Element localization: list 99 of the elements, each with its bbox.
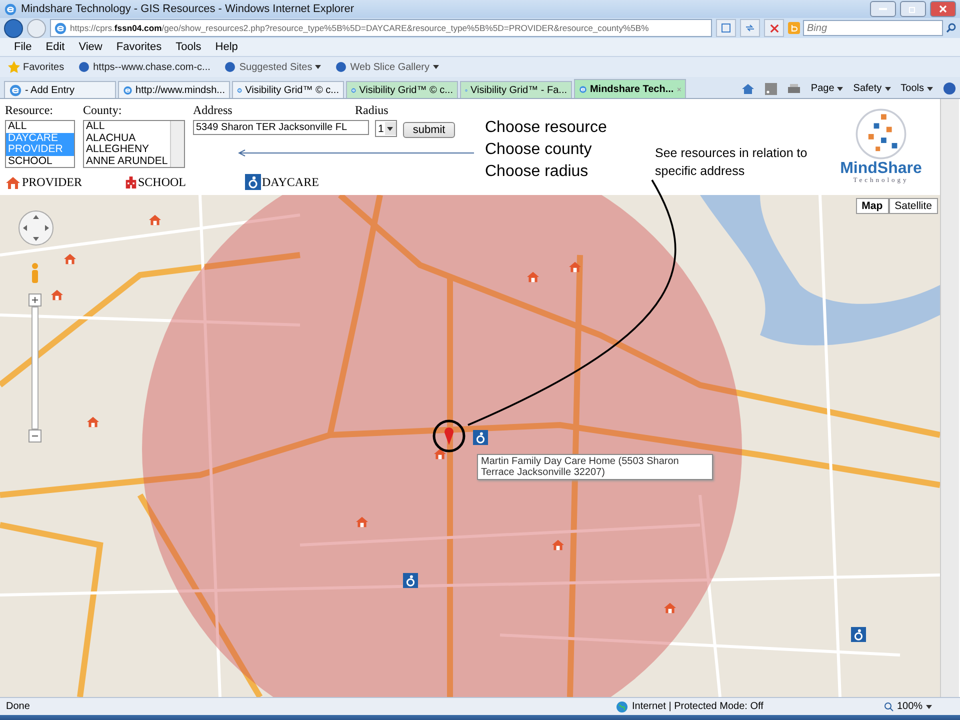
search-icon[interactable] — [946, 23, 956, 33]
legend-label: PROVIDER — [22, 175, 82, 190]
legend-label: SCHOOL — [138, 175, 186, 190]
map-view[interactable]: Martin Family Day Care Home (5503 Sharon Terrace Jacksonville 32207) Map Satellite — [0, 195, 940, 697]
globe-e-icon — [9, 84, 22, 96]
address-field[interactable]: 5349 Sharon TER Jacksonville FL — [193, 120, 369, 135]
globe-e-icon — [123, 84, 133, 96]
caret-icon[interactable] — [315, 65, 322, 69]
submit-button[interactable]: submit — [402, 122, 456, 138]
printer-icon[interactable] — [786, 82, 801, 94]
menu-item[interactable]: Edit — [46, 41, 65, 53]
search-field[interactable]: Bing — [803, 20, 943, 36]
minimize-icon — [879, 8, 887, 10]
close-icon — [939, 5, 947, 13]
link-icon — [335, 61, 348, 73]
address-field[interactable]: https://cprs.fssn04.com/geo/show_resources2.php?resource_type%5B%5D=DAYCARE&resource_type%5B%5D=PROVIDER&resource_county%5B% — [50, 19, 712, 37]
stroller-icon — [245, 174, 261, 190]
browser-tab[interactable]: Mindshare Tech... — [574, 79, 686, 98]
caret-icon — [387, 126, 394, 130]
page-icon — [721, 23, 731, 33]
stroller-icon[interactable] — [851, 627, 866, 642]
field-label: Resource: — [5, 103, 54, 118]
refresh-button[interactable] — [740, 19, 760, 37]
map-tooltip: Martin Family Day Care Home (5503 Sharon Terrace Jacksonville 32207) — [477, 454, 713, 480]
logo-name: MindShare — [840, 161, 922, 177]
browser-tab[interactable]: Visibility Grid™ © c... — [232, 81, 344, 98]
stroller-icon[interactable] — [403, 573, 418, 588]
stroller-icon[interactable] — [473, 430, 488, 445]
command-menu[interactable]: Safety — [853, 83, 891, 94]
globe-icon — [616, 700, 628, 712]
map-pin-icon[interactable] — [432, 419, 466, 453]
caret-icon — [884, 86, 891, 90]
security-zone-text: Internet | Protected Mode: Off — [632, 701, 764, 712]
favorites-link[interactable]: Web Slice Gallery — [335, 61, 439, 73]
field-label: Address — [193, 103, 234, 118]
globe-e-icon — [54, 22, 67, 34]
school-building-icon — [125, 175, 137, 190]
stop-button[interactable] — [764, 19, 784, 37]
list-option[interactable]: ALACHUA — [84, 132, 170, 144]
menu-item[interactable]: File — [14, 41, 32, 53]
window-title: Mindshare Technology - GIS Resources - Windows Internet Explorer — [21, 3, 355, 15]
logo-globe-icon — [854, 107, 908, 161]
globe-e-icon — [4, 2, 17, 16]
list-option[interactable]: ANNE ARUNDEL — [84, 156, 170, 167]
command-menu[interactable]: Page — [810, 83, 844, 94]
map-type-button[interactable]: Satellite — [888, 198, 938, 214]
close-icon — [770, 24, 778, 32]
browser-tab[interactable]: Visibility Grid™ - Fa... — [460, 81, 572, 98]
pan-control-icon[interactable] — [17, 209, 55, 247]
callout-text: See resources in relation to specific address — [655, 146, 808, 178]
menu-item[interactable]: Tools — [176, 41, 202, 53]
link-icon — [224, 61, 236, 73]
home-icon[interactable] — [740, 82, 755, 94]
search-provider-icon[interactable] — [788, 22, 800, 34]
refresh-icon — [745, 23, 755, 33]
menu-item[interactable]: Favorites — [116, 41, 162, 53]
compatibility-button[interactable] — [716, 19, 736, 37]
instruction-text: Choose radius — [485, 162, 590, 182]
browser-tab[interactable]: - Add Entry — [4, 81, 116, 98]
field-label: County: — [83, 103, 123, 118]
map-type-button[interactable]: Map — [856, 198, 889, 214]
link-icon — [78, 61, 90, 73]
close-button[interactable] — [930, 1, 956, 17]
legend-label: DAYCARE — [262, 175, 319, 190]
menu-item[interactable]: Help — [215, 41, 238, 53]
browser-tab[interactable]: http://www.mindsh... — [118, 81, 230, 98]
favorites-link[interactable]: Suggested Sites — [224, 61, 322, 73]
restore-button[interactable] — [900, 1, 926, 17]
magnifier-icon — [884, 702, 894, 712]
house-icon[interactable] — [433, 448, 447, 460]
caret-icon — [927, 86, 933, 90]
favorites-button[interactable]: Favorites — [8, 61, 64, 73]
zoom-level-button[interactable]: 100% — [884, 701, 954, 712]
field-label: Radius — [355, 103, 388, 118]
caret-icon — [837, 86, 844, 90]
instruction-text: Choose county — [485, 140, 593, 160]
minimize-button[interactable] — [870, 1, 896, 17]
county-listbox[interactable]: ALL ALACHUA ALLEGHENY ANNE ARUNDEL — [83, 120, 185, 168]
radius-dropdown[interactable]: 1 — [375, 120, 397, 137]
restore-icon — [909, 5, 917, 13]
caret-icon[interactable] — [432, 65, 439, 69]
zoom-control-drawing[interactable] — [28, 293, 42, 443]
close-tab-icon[interactable] — [676, 86, 681, 92]
list-option[interactable]: ALL — [84, 121, 170, 132]
back-button[interactable] — [4, 18, 23, 38]
resource-listbox[interactable]: ALL DAYCARE PROVIDER SCHOOL — [5, 120, 75, 168]
command-menu[interactable]: Tools — [900, 83, 933, 94]
status-text: Done — [6, 701, 30, 712]
list-option[interactable]: ALL — [6, 121, 74, 132]
caret-icon — [926, 704, 932, 708]
star-icon — [8, 61, 20, 73]
menu-item[interactable]: View — [78, 41, 102, 53]
house-icon — [5, 176, 21, 190]
favorites-link[interactable]: https--www.chase.com-c... — [78, 61, 210, 73]
list-option[interactable]: SCHOOL — [6, 156, 74, 167]
browser-tab[interactable]: Visibility Grid™ © c... — [346, 81, 458, 98]
scrollbar[interactable] — [940, 99, 959, 697]
instruction-text: Choose resource — [485, 118, 608, 138]
list-option[interactable]: ALLEGHENY — [84, 144, 170, 156]
